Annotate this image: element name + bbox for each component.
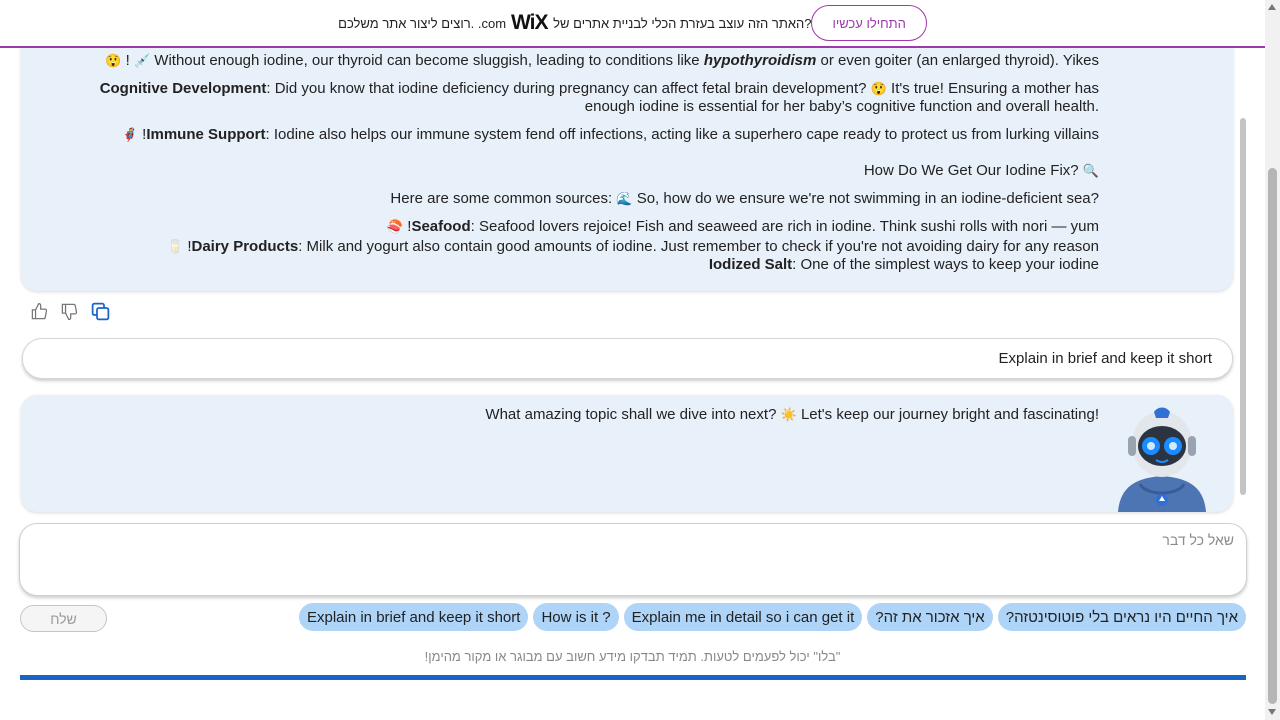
- line2-text: : Did you know that iodine deficiency du…: [266, 80, 867, 97]
- line3-text: enough iodine is essential for her baby’…: [584, 98, 1099, 115]
- wix-logo-suffix: .com: [477, 15, 507, 31]
- line8-term: Dairy Products: [191, 238, 299, 255]
- suggestion-chip[interactable]: How is it ?: [533, 603, 619, 631]
- surprised-face-emoji-icon: 😲: [870, 81, 887, 96]
- line4-term: Immune Support: [146, 126, 266, 143]
- wix-banner-suffix-text: רוצים ליצור אתר משלכם: [338, 15, 471, 31]
- line1-post: or even goiter (an enlarged thyroid). Yi…: [820, 52, 1100, 69]
- line1-end: !: [125, 52, 130, 69]
- line1-term: hypothyroidism: [703, 52, 817, 69]
- suggestion-chip[interactable]: Explain in brief and keep it short: [298, 603, 529, 631]
- line7-text: : Seafood lovers rejoice! Fish and seawe…: [470, 218, 1099, 235]
- chat-scrollbar[interactable]: [1240, 40, 1247, 516]
- magnifier-emoji-icon: 🔍: [1082, 163, 1099, 178]
- message-line-sources: Here are some common sources: 🌊 So, how …: [390, 190, 1099, 208]
- bot-message-2-pre: Let's keep our journey bright and fascin…: [800, 406, 1099, 423]
- message-line-salt: Iodized Salt: One of the simplest ways t…: [709, 256, 1099, 274]
- line7-term: Seafood: [411, 218, 471, 235]
- send-button[interactable]: שלח: [20, 605, 107, 632]
- bot-message-bubble-2: What amazing topic shall we dive into ne…: [21, 395, 1233, 512]
- line9-term: Iodized Salt: [708, 256, 793, 273]
- message-reactions: [30, 301, 111, 322]
- message-line-cognitive: Cognitive Development: Did you know that…: [100, 80, 1099, 98]
- copy-icon[interactable]: [90, 301, 111, 322]
- line2-text2: It's true! Ensuring a mother has: [891, 80, 1099, 97]
- suggestion-chip[interactable]: איך החיים היו נראים בלי פוטוסינטזה?: [997, 603, 1246, 631]
- wix-banner-prefix-text: האתר הזה עוצב בעזרת הכלי לבניית אתרים של: [553, 15, 805, 31]
- user-message-text: Explain in brief and keep it short: [998, 350, 1212, 367]
- wix-banner-question: ?: [804, 15, 812, 31]
- line6-text: Here are some common sources:: [390, 190, 613, 207]
- line2-term: Cognitive Development: [99, 80, 267, 97]
- wix-banner-suffix: רוצים ליצור אתר משלכם.: [338, 16, 478, 31]
- chat-input-box[interactable]: [19, 523, 1247, 596]
- message-line-cognitive-cont: enough iodine is essential for her baby’…: [585, 98, 1099, 116]
- milk-glass-emoji-icon: 🥛: [166, 239, 184, 254]
- page-scrollbar-thumb[interactable]: [1268, 168, 1277, 704]
- wix-start-now-button[interactable]: התחילו עכשיו: [811, 5, 927, 41]
- wix-banner-comma: .: [470, 15, 478, 31]
- suggestion-chips: Explain in brief and keep it short How i…: [298, 603, 1246, 631]
- line6-pre: So, how do we ensure we're not swimming …: [636, 190, 1099, 207]
- line5-text: How Do We Get Our Iodine Fix?: [863, 162, 1079, 179]
- line9-text: : One of the simplest ways to keep your …: [792, 256, 1099, 273]
- bot-message-2-line: What amazing topic shall we dive into ne…: [485, 406, 1099, 424]
- bot-message-bubble: 😲 ! 💉 Without enough iodine, our thyroid…: [21, 30, 1233, 291]
- page-scrollbar[interactable]: [1265, 0, 1280, 720]
- scroll-up-arrow-icon[interactable]: [1268, 4, 1276, 10]
- bot-message-2-post: What amazing topic shall we dive into ne…: [485, 406, 777, 423]
- suggestion-chip[interactable]: Explain me in detail so i can get it: [623, 603, 863, 631]
- message-line-immune: 🦸 !Immune Support: Iodine also helps our…: [122, 126, 1099, 144]
- syringe-emoji-icon: 💉: [133, 53, 151, 68]
- sushi-emoji-icon: 🍣: [386, 219, 404, 234]
- message-line-seafood: 🍣 !Seafood: Seafood lovers rejoice! Fish…: [387, 218, 1099, 236]
- disclaimer-text: "בלו" יכול לפעמים לטעות. תמיד תבדקו מידע…: [424, 649, 841, 664]
- message-line-dairy: 🥛 !Dairy Products: Milk and yogurt also …: [167, 238, 1099, 256]
- thumbs-up-icon[interactable]: [30, 302, 49, 321]
- robot-avatar: [1118, 407, 1206, 512]
- message-line-heading: How Do We Get Our Iodine Fix? 🔍: [864, 162, 1099, 180]
- chat-input-field[interactable]: [34, 532, 1234, 588]
- scroll-down-arrow-icon[interactable]: [1268, 709, 1276, 715]
- message-line-hypothyroidism: 😲 ! 💉 Without enough iodine, our thyroid…: [105, 52, 1099, 70]
- line4-text: : Iodine also helps our immune system fe…: [265, 126, 1099, 143]
- line8-text: : Milk and yogurt also contain good amou…: [298, 238, 1099, 255]
- superhero-emoji-icon: 🦸: [121, 127, 138, 142]
- line1-pre: Without enough iodine, our thyroid can b…: [154, 52, 700, 69]
- sun-emoji-icon: ☀️: [780, 407, 797, 422]
- wix-logo[interactable]: WiX: [511, 11, 548, 35]
- user-message-bubble: Explain in brief and keep it short: [22, 338, 1233, 379]
- chat-scrollbar-thumb[interactable]: [1240, 118, 1246, 495]
- wave-emoji-icon: 🌊: [616, 191, 633, 206]
- wix-banner-prefix: האתר הזה עוצב בעזרת הכלי לבניית אתרים של…: [550, 15, 812, 31]
- bottom-accent-bar: [20, 675, 1246, 680]
- shocked-face-emoji-icon: 😲: [105, 53, 122, 68]
- wix-promo-banner: רוצים ליצור אתר משלכם. .com WiX האתר הזה…: [0, 0, 1265, 48]
- suggestion-chip[interactable]: איך אזכור את זה?: [867, 603, 993, 631]
- thumbs-down-icon[interactable]: [60, 302, 79, 321]
